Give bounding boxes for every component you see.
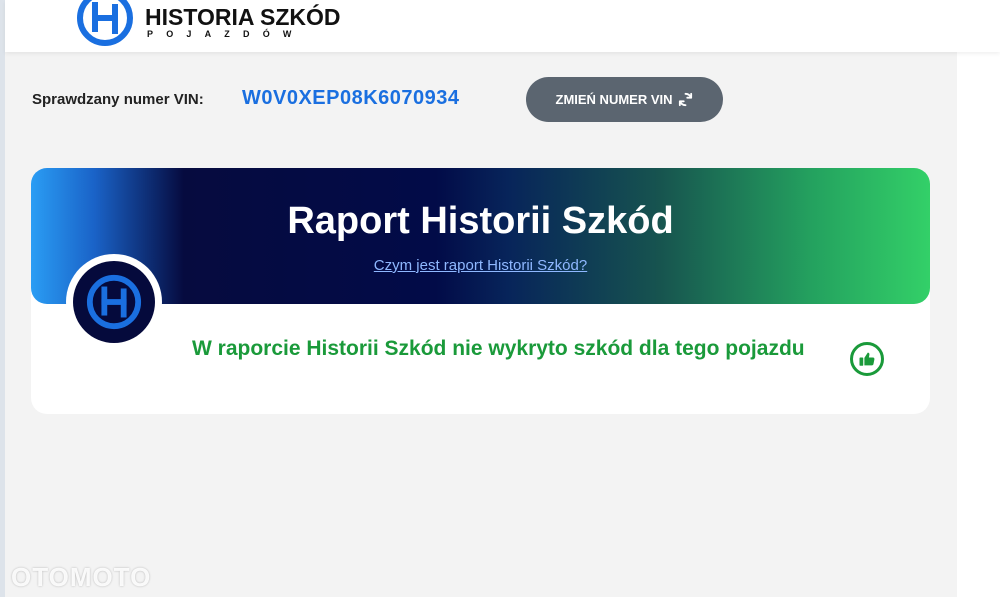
thumbs-up-icon: [859, 352, 875, 366]
otomoto-watermark: OTOMOTO: [11, 562, 152, 592]
right-side-panel: [957, 52, 1000, 597]
logo-title: HISTORIA SZKÓD: [145, 4, 341, 30]
left-border-strip: [0, 0, 5, 597]
report-avatar: [66, 254, 162, 350]
site-header: HISTORIA SZKÓD POJAZDÓW: [5, 0, 1000, 52]
refresh-icon: [678, 92, 692, 107]
site-logo[interactable]: HISTORIA SZKÓD POJAZDÓW: [75, 0, 341, 48]
vin-value: W0V0XEP08K6070934: [242, 87, 460, 109]
hs-logo-icon: [86, 274, 142, 330]
report-info-link[interactable]: Czym jest raport Historii Szkód?: [31, 257, 930, 274]
report-title: Raport Historii Szkód: [287, 200, 674, 242]
change-vin-button[interactable]: ZMIEŃ NUMER VIN: [526, 77, 723, 122]
change-vin-button-label: ZMIEŃ NUMER VIN: [555, 92, 673, 107]
logo-subtitle: POJAZDÓW: [147, 29, 305, 39]
thumbs-up-badge: [850, 342, 884, 376]
hs-logo-icon: [77, 0, 133, 46]
vin-label: Sprawdzany numer VIN:: [32, 91, 204, 108]
report-result-text: W raporcie Historii Szkód nie wykryto sz…: [192, 337, 805, 360]
